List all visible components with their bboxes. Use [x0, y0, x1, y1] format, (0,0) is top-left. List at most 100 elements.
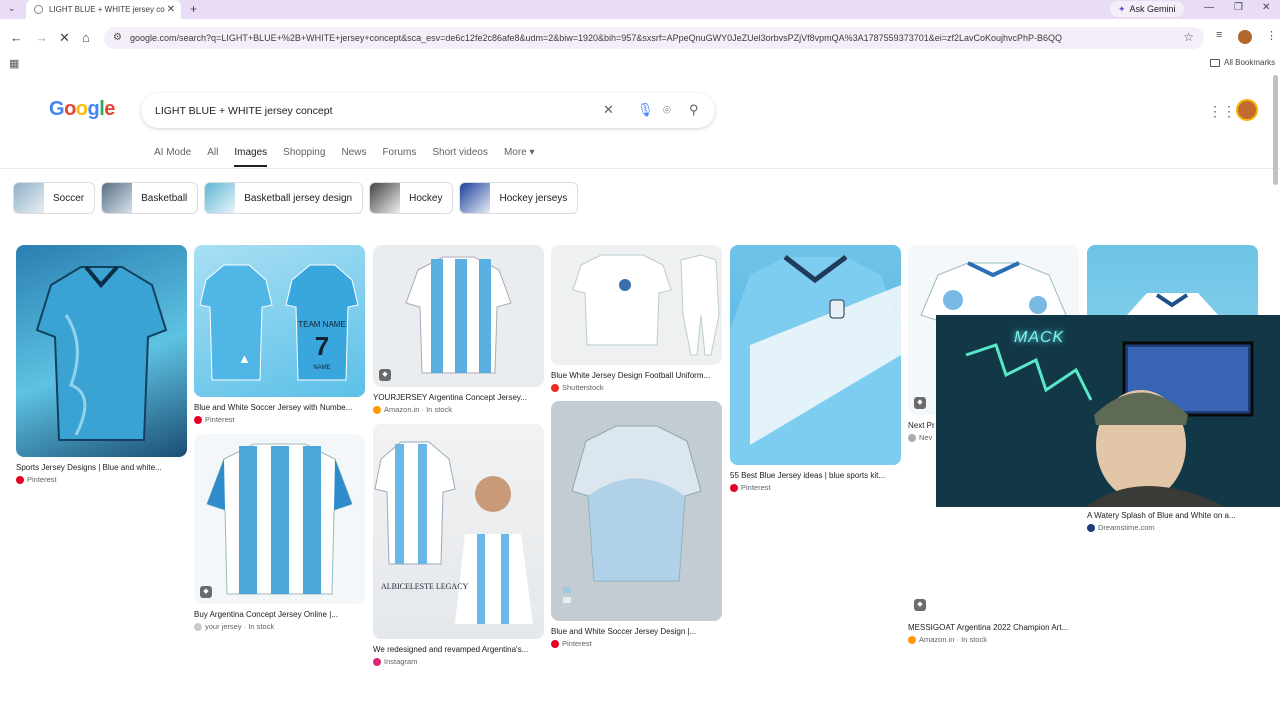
- pinterest-icon: [16, 475, 24, 484]
- jersey-name: NAME: [313, 365, 330, 371]
- home-icon[interactable]: ⌂: [82, 30, 90, 45]
- chip-thumbnail: [370, 183, 401, 213]
- result-image[interactable]: TEAM NAME 7 NAME ▲: [194, 245, 365, 397]
- result-caption: Blue White Jersey Design Football Unifor…: [551, 371, 711, 380]
- tab-ai-mode[interactable]: AI Mode: [154, 147, 191, 167]
- bookmarks-bar: ▦ All Bookmarks: [0, 54, 1280, 72]
- jersey-graphic: TEAM NAME 7 NAME: [199, 264, 359, 381]
- result-source[interactable]: Instagram: [373, 657, 544, 666]
- chip-thumbnail: [102, 183, 133, 213]
- result-source[interactable]: Pinterest: [730, 483, 901, 492]
- chip-basketball-jersey-design[interactable]: Basketball jersey design: [204, 182, 364, 214]
- webcam-scene: [936, 315, 1280, 507]
- pinterest-icon: [730, 483, 738, 492]
- tab-images[interactable]: Images: [234, 147, 268, 167]
- jersey-graphic: [730, 254, 901, 465]
- folder-icon: [1210, 58, 1220, 67]
- result-image[interactable]: [551, 245, 722, 365]
- voice-search-icon[interactable]: 🎙: [637, 102, 654, 118]
- media-controls-icon[interactable]: ≡: [1216, 29, 1222, 41]
- browser-tab-active[interactable]: LIGHT BLUE + WHITE jersey co ✕: [26, 0, 181, 19]
- google-logo[interactable]: Google: [49, 98, 115, 121]
- tab-more[interactable]: More ▾: [504, 147, 535, 167]
- image-result[interactable]: ◆ YOURJERSEY Argentina Concept Jersey...…: [373, 245, 544, 414]
- browser-menu-icon[interactable]: ⋮: [1266, 29, 1277, 42]
- jersey-graphic: [206, 443, 353, 595]
- tab-news[interactable]: News: [341, 147, 366, 167]
- back-icon[interactable]: ←: [10, 30, 23, 45]
- image-result[interactable]: 55 Best Blue Jersey ideas | blue sports …: [730, 245, 901, 492]
- pinterest-icon: [194, 415, 202, 424]
- product-badge-icon: ◆: [200, 586, 212, 598]
- stop-loading-icon[interactable]: ✕: [59, 30, 70, 46]
- tab-forums[interactable]: Forums: [382, 147, 416, 167]
- restore-icon[interactable]: ❐: [1234, 2, 1243, 13]
- browser-toolbar: ← → ✕ ⌂ ⚙ google.com/search?q=LIGHT+BLUE…: [0, 19, 1280, 56]
- product-badge-icon: ◆: [914, 397, 926, 409]
- google-apps-icon[interactable]: ⋮⋮: [1208, 103, 1236, 120]
- chip-label: Basketball: [141, 192, 188, 204]
- result-image[interactable]: ◆: [194, 434, 365, 604]
- result-source[interactable]: Pinterest: [194, 415, 365, 424]
- tab-close-icon[interactable]: ✕: [167, 4, 175, 15]
- profile-avatar[interactable]: [1238, 30, 1252, 44]
- result-source[interactable]: Amazon.in · In stock: [908, 635, 1079, 644]
- result-source[interactable]: Amazon.in · In stock: [373, 405, 544, 414]
- search-query: LIGHT BLUE + WHITE jersey concept: [155, 104, 333, 117]
- dreamstime-icon: [1087, 523, 1095, 532]
- image-result[interactable]: Sports Jersey Designs | Blue and white..…: [16, 245, 187, 484]
- lens-search-icon[interactable]: ⌾: [663, 102, 671, 118]
- jersey-number: 7: [315, 331, 329, 361]
- result-caption: A Watery Splash of Blue and White on a..…: [1087, 511, 1236, 520]
- chip-soccer[interactable]: Soccer: [13, 182, 96, 214]
- mouse-cursor-icon: ▲: [238, 351, 251, 366]
- all-bookmarks-button[interactable]: All Bookmarks: [1210, 58, 1275, 67]
- site-icon: [908, 433, 916, 442]
- site-info-icon[interactable]: ⚙: [113, 32, 122, 43]
- image-result[interactable]: Blue White Jersey Design Football Unifor…: [551, 245, 722, 392]
- image-result[interactable]: ◆ Buy Argentina Concept Jersey Online |.…: [194, 434, 365, 631]
- google-favicon-icon: [34, 5, 43, 14]
- result-image[interactable]: [16, 245, 187, 457]
- bookmark-star-icon[interactable]: ☆: [1183, 30, 1194, 44]
- clear-search-icon[interactable]: ✕: [603, 102, 614, 118]
- result-caption: YOURJERSEY Argentina Concept Jersey...: [373, 393, 527, 402]
- result-image[interactable]: ◆: [373, 245, 544, 387]
- chip-label: Soccer: [53, 192, 85, 204]
- search-icon[interactable]: ⚲: [689, 102, 699, 118]
- result-source[interactable]: Shutterstock: [551, 383, 722, 392]
- chip-hockey-jerseys[interactable]: Hockey jerseys: [459, 182, 579, 214]
- result-image[interactable]: [551, 401, 722, 621]
- window-close-icon[interactable]: ✕: [1262, 2, 1270, 13]
- ask-gemini-button[interactable]: ✦ Ask Gemini: [1110, 1, 1184, 17]
- account-avatar[interactable]: [1236, 99, 1258, 121]
- shutterstock-icon: [551, 383, 559, 392]
- result-source[interactable]: your jersey · In stock: [194, 622, 365, 631]
- search-nav-tabs: AI Mode All Images Shopping News Forums …: [154, 147, 551, 167]
- chip-basketball[interactable]: Basketball: [101, 182, 199, 214]
- chip-thumbnail: [14, 183, 44, 213]
- result-image[interactable]: ALBICELESTE LEGACY: [373, 424, 544, 639]
- page-scrollbar[interactable]: [1273, 75, 1278, 185]
- tab-all[interactable]: All: [207, 147, 218, 167]
- tab-short-videos[interactable]: Short videos: [432, 147, 488, 167]
- chip-hockey[interactable]: Hockey: [369, 182, 454, 214]
- ask-gemini-label: Ask Gemini: [1129, 4, 1176, 14]
- new-tab-icon[interactable]: +: [190, 2, 197, 16]
- forward-icon[interactable]: →: [35, 30, 48, 45]
- search-input[interactable]: LIGHT BLUE + WHITE jersey concept ✕ 🎙 ⌾ …: [141, 93, 715, 128]
- image-result[interactable]: Blue and White Soccer Jersey Design |...…: [551, 401, 722, 648]
- result-source[interactable]: Pinterest: [551, 639, 722, 648]
- browser-tab-strip: ⌄ LIGHT BLUE + WHITE jersey co ✕ + ✦ Ask…: [0, 0, 1280, 19]
- result-source[interactable]: Dreamstime.com: [1087, 523, 1258, 532]
- minimize-icon[interactable]: —: [1204, 2, 1214, 13]
- tab-shopping[interactable]: Shopping: [283, 147, 325, 167]
- image-result[interactable]: ALBICELESTE LEGACY We redesigned and rev…: [373, 424, 544, 666]
- tab-search-icon[interactable]: ⌄: [8, 3, 16, 14]
- address-bar[interactable]: ⚙ google.com/search?q=LIGHT+BLUE+%2B+WHI…: [104, 27, 1204, 49]
- result-source[interactable]: Pinterest: [16, 475, 187, 484]
- header-divider: [0, 168, 1280, 169]
- apps-grid-icon[interactable]: ▦: [9, 57, 19, 70]
- result-image[interactable]: [730, 245, 901, 465]
- image-result[interactable]: TEAM NAME 7 NAME ▲ Blue and White Soccer J…: [194, 245, 365, 424]
